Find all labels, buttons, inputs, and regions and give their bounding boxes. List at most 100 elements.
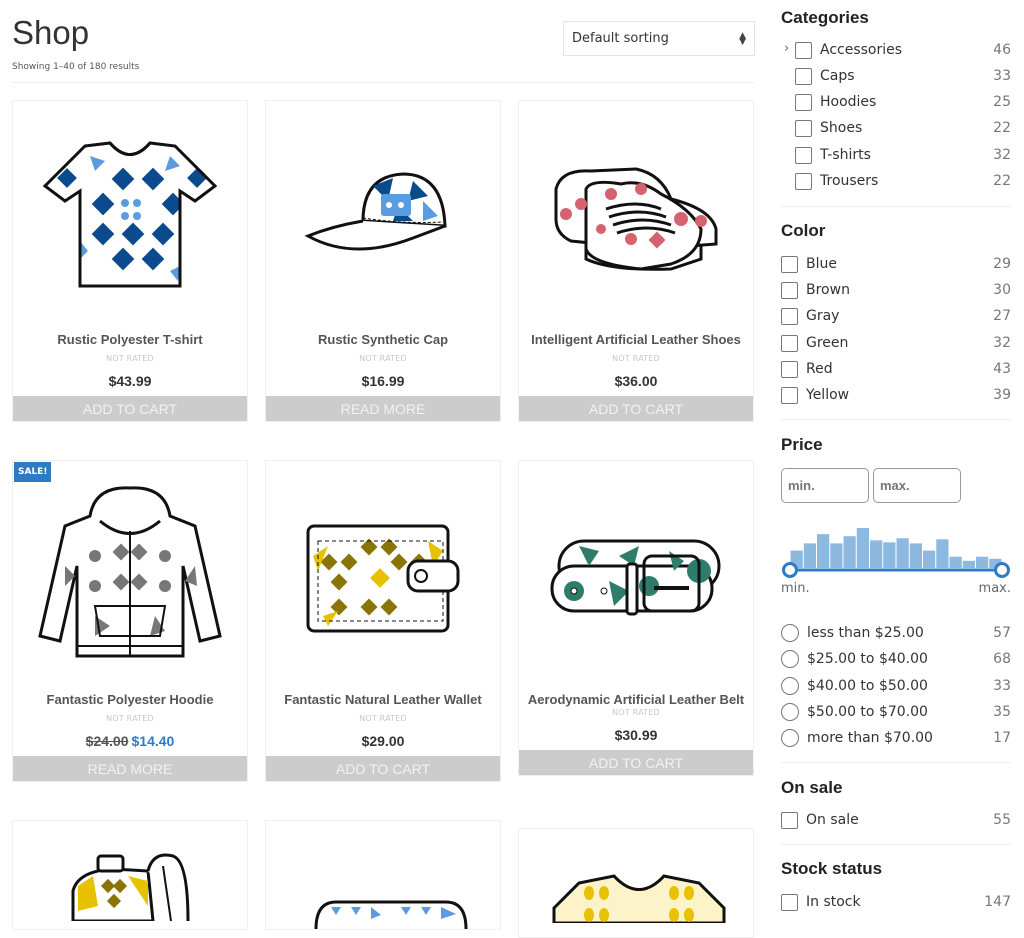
cap-icon[interactable] <box>266 101 500 331</box>
range-max-label: max. <box>978 581 1011 596</box>
price-range-option[interactable]: more than $70.00 17 <box>781 728 1011 748</box>
filter-count: 57 <box>993 625 1011 641</box>
radio[interactable] <box>781 729 799 747</box>
checkbox[interactable] <box>795 146 812 164</box>
checkbox[interactable] <box>781 307 798 325</box>
price-title: Price <box>781 435 823 454</box>
filter-label: In stock <box>806 894 861 910</box>
shoes-icon[interactable] <box>519 101 753 331</box>
price-value: $36.00 <box>614 373 658 389</box>
color-blue[interactable]: Blue 29 <box>781 254 1011 274</box>
filter-label: Yellow <box>806 387 850 403</box>
checkbox[interactable] <box>795 41 812 59</box>
product-name[interactable]: Fantastic Natural Leather Wallet <box>266 691 500 708</box>
product-rating: NOT RATED <box>612 354 660 363</box>
filter-count: 22 <box>993 173 1011 189</box>
product-name[interactable]: Rustic Polyester T-shirt <box>13 331 247 348</box>
category-tshirts[interactable]: T-shirts 32 <box>781 145 1011 165</box>
product-price: $36.00 <box>519 373 753 391</box>
product-card[interactable]: Rustic Synthetic Cap NOT RATED $16.99 RE… <box>265 100 501 422</box>
on-sale-option[interactable]: On sale 55 <box>781 810 1011 830</box>
wallet-icon[interactable] <box>266 461 500 691</box>
radio[interactable] <box>781 650 799 668</box>
histogram-bar <box>896 538 909 568</box>
hoodie-icon[interactable] <box>13 461 247 691</box>
product-name[interactable]: Fantastic Polyester Hoodie <box>13 691 247 708</box>
add-to-cart-button[interactable]: ADD TO CART <box>266 756 500 781</box>
product-card[interactable]: Fantastic Natural Leather Wallet NOT RAT… <box>265 460 501 782</box>
sorting-value: Default sorting <box>572 31 669 46</box>
color-yellow[interactable]: Yellow 39 <box>781 385 1011 405</box>
category-trousers[interactable]: Trousers 22 <box>781 171 1011 191</box>
checkbox[interactable] <box>795 93 812 111</box>
color-green[interactable]: Green 32 <box>781 333 1011 353</box>
product-card[interactable] <box>518 828 754 938</box>
price-min-input[interactable] <box>781 468 869 503</box>
price-max-input[interactable] <box>873 468 961 503</box>
price-slider-max-handle[interactable] <box>994 562 1010 578</box>
price-range-option[interactable]: $40.00 to $50.00 33 <box>781 676 1011 696</box>
product-card[interactable]: Aerodynamic Artificial Leather Belt NOT … <box>518 460 754 776</box>
filter-count: 27 <box>993 308 1011 324</box>
price-value: $43.99 <box>108 373 152 389</box>
product-price: $16.99 <box>266 373 500 391</box>
original-price: $24.00 <box>85 733 129 749</box>
histogram-bar <box>870 540 883 568</box>
product-rating: NOT RATED <box>612 708 660 717</box>
read-more-button[interactable]: READ MORE <box>13 756 247 781</box>
pencil-case-icon[interactable] <box>311 899 471 933</box>
category-accessories[interactable]: Accessories 46 <box>781 40 1011 60</box>
product-card[interactable] <box>265 820 501 930</box>
filter-count: 55 <box>993 812 1011 828</box>
filter-count: 35 <box>993 704 1011 720</box>
price-range-option[interactable]: less than $25.00 57 <box>781 623 1011 643</box>
color-title: Color <box>781 221 826 240</box>
checkbox[interactable] <box>781 255 798 273</box>
product-card[interactable] <box>12 820 248 930</box>
sweater-icon[interactable] <box>549 873 729 927</box>
product-name[interactable]: Rustic Synthetic Cap <box>266 331 500 348</box>
product-card[interactable]: SALE! Fantastic Polyester Hoodie NOT RAT… <box>12 460 248 782</box>
checkbox[interactable] <box>781 811 798 829</box>
checkbox[interactable] <box>795 67 812 85</box>
checkbox[interactable] <box>781 386 798 404</box>
category-caps[interactable]: Caps 33 <box>781 66 1011 86</box>
product-name[interactable]: Intelligent Artificial Leather Shoes <box>519 331 753 348</box>
widget-divider <box>781 762 1011 763</box>
category-shoes[interactable]: Shoes 22 <box>781 118 1011 138</box>
checkbox[interactable] <box>781 334 798 352</box>
add-to-cart-button[interactable]: ADD TO CART <box>13 396 247 421</box>
price-range-option[interactable]: $50.00 to $70.00 35 <box>781 702 1011 722</box>
backpack-icon[interactable] <box>53 851 213 925</box>
price-range-option[interactable]: $25.00 to $40.00 68 <box>781 649 1011 669</box>
product-name[interactable]: Aerodynamic Artificial Leather Belt <box>519 691 753 708</box>
in-stock-option[interactable]: In stock 147 <box>781 892 1011 912</box>
color-red[interactable]: Red 43 <box>781 359 1011 379</box>
filter-label: Accessories <box>820 42 903 58</box>
price-slider-min-handle[interactable] <box>782 562 798 578</box>
tshirt-icon[interactable] <box>13 101 247 331</box>
checkbox[interactable] <box>781 893 798 911</box>
add-to-cart-button[interactable]: ADD TO CART <box>519 750 753 775</box>
checkbox[interactable] <box>795 172 812 190</box>
filter-count: 33 <box>993 68 1011 84</box>
radio[interactable] <box>781 677 799 695</box>
color-gray[interactable]: Gray 27 <box>781 306 1011 326</box>
radio[interactable] <box>781 624 799 642</box>
category-hoodies[interactable]: Hoodies 25 <box>781 92 1011 112</box>
checkbox[interactable] <box>781 281 798 299</box>
add-to-cart-button[interactable]: ADD TO CART <box>519 396 753 421</box>
color-brown[interactable]: Brown 30 <box>781 280 1011 300</box>
product-rating: NOT RATED <box>359 354 407 363</box>
sorting-select[interactable]: Default sorting ▲ ▼ <box>563 21 755 56</box>
checkbox[interactable] <box>795 119 812 137</box>
belt-icon[interactable] <box>519 461 753 691</box>
radio[interactable] <box>781 703 799 721</box>
checkbox[interactable] <box>781 360 798 378</box>
product-card[interactable]: Rustic Polyester T-shirt NOT RATED $43.9… <box>12 100 248 422</box>
product-card[interactable]: Intelligent Artificial Leather Shoes NOT… <box>518 100 754 422</box>
read-more-button[interactable]: READ MORE <box>266 396 500 421</box>
filter-count: 32 <box>993 147 1011 163</box>
filter-count: 29 <box>993 256 1011 272</box>
histogram-bar <box>936 539 949 568</box>
